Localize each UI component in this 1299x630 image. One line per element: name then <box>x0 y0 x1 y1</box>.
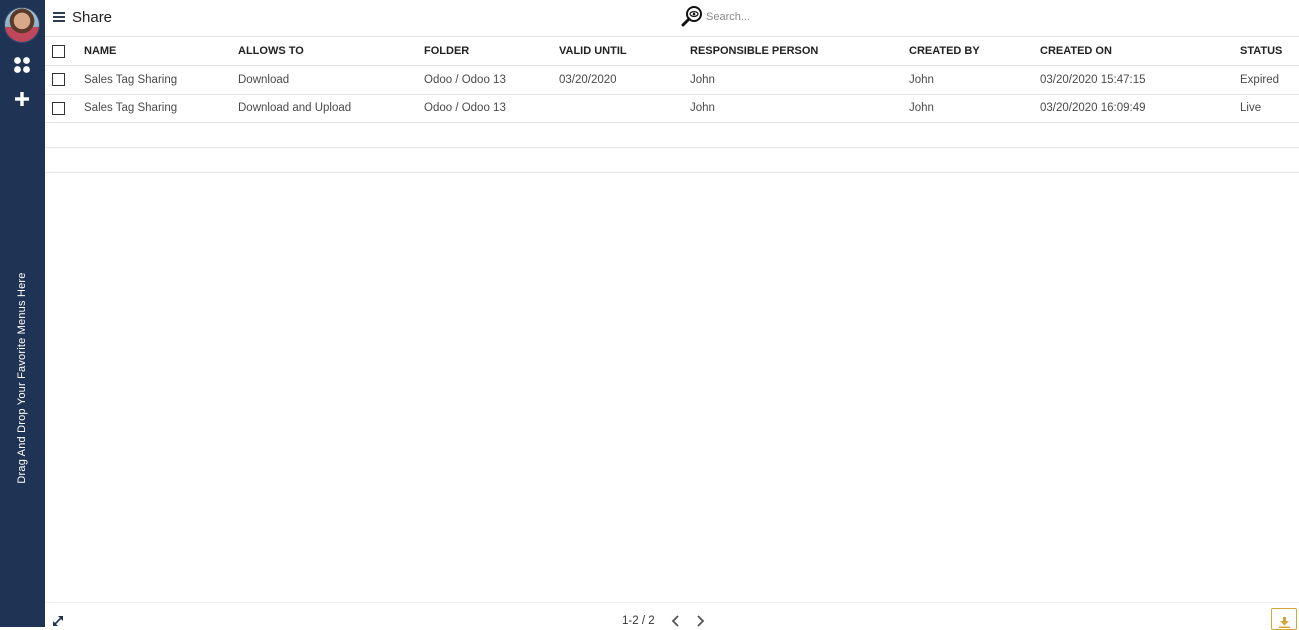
row-checkbox[interactable] <box>52 73 65 87</box>
cell-folder[interactable]: Odoo / Odoo 13 <box>424 65 559 95</box>
table-row[interactable]: Sales Tag Sharing Download and Upload Od… <box>45 94 1299 123</box>
page-title: Share <box>72 9 113 26</box>
cell-created-by[interactable]: John <box>909 94 1040 123</box>
cell-valid-until[interactable] <box>559 94 690 123</box>
cell-name[interactable]: Sales Tag Sharing <box>84 94 238 123</box>
cell-created-by[interactable]: John <box>909 65 1040 95</box>
cell-created-on[interactable]: 03/20/2020 16:09:49 <box>1040 94 1240 123</box>
chevron-right-icon[interactable] <box>695 615 705 627</box>
cell-status[interactable]: Live <box>1240 94 1299 123</box>
cell-name[interactable]: Sales Tag Sharing <box>84 65 238 95</box>
column-header-name[interactable]: NAME <box>84 36 238 66</box>
empty-row <box>45 147 1299 173</box>
favorites-drop-hint: Drag And Drop Your Favorite Menus Here <box>16 272 28 484</box>
table-row[interactable]: Sales Tag Sharing Download Odoo / Odoo 1… <box>45 65 1299 95</box>
pager-range[interactable]: 1-2 / 2 <box>622 615 655 627</box>
top-bar: Share <box>45 0 1299 36</box>
bottom-bar: 1-2 / 2 <box>45 602 1299 630</box>
share-list-table: NAME ALLOWS TO FOLDER VALID UNTIL RESPON… <box>45 36 1299 173</box>
cell-allows-to[interactable]: Download and Upload <box>238 94 424 123</box>
expand-icon[interactable] <box>52 615 64 627</box>
download-icon <box>1279 617 1290 628</box>
cell-responsible-person[interactable]: John <box>690 94 909 123</box>
cell-valid-until[interactable]: 03/20/2020 <box>559 65 690 95</box>
user-avatar[interactable] <box>4 7 40 43</box>
cell-status[interactable]: Expired <box>1240 65 1299 95</box>
column-header-created-on[interactable]: CREATED ON <box>1040 36 1240 66</box>
cell-folder[interactable]: Odoo / Odoo 13 <box>424 94 559 123</box>
empty-cell <box>45 147 1299 173</box>
column-header-folder[interactable]: FOLDER <box>424 36 559 66</box>
cell-responsible-person[interactable]: John <box>690 65 909 95</box>
column-header-responsible-person[interactable]: RESPONSIBLE PERSON <box>690 36 909 66</box>
row-select-cell <box>45 65 84 95</box>
sidebar: Drag And Drop Your Favorite Menus Here <box>0 0 45 627</box>
chevron-left-icon[interactable] <box>671 615 681 627</box>
apps-grid-icon[interactable] <box>13 56 31 74</box>
select-all-checkbox[interactable] <box>52 44 65 58</box>
hamburger-menu-icon[interactable] <box>53 11 65 23</box>
empty-row <box>45 122 1299 148</box>
search-input[interactable] <box>706 8 1006 26</box>
row-checkbox[interactable] <box>52 101 65 115</box>
search-icon[interactable] <box>681 5 703 27</box>
empty-cell <box>45 122 1299 148</box>
select-all-cell <box>45 36 84 66</box>
column-header-status[interactable]: STATUS <box>1240 36 1299 66</box>
column-header-valid-until[interactable]: VALID UNTIL <box>559 36 690 66</box>
table-header-row: NAME ALLOWS TO FOLDER VALID UNTIL RESPON… <box>45 36 1299 66</box>
column-header-created-by[interactable]: CREATED BY <box>909 36 1040 66</box>
row-select-cell <box>45 94 84 123</box>
cell-allows-to[interactable]: Download <box>238 65 424 95</box>
cell-created-on[interactable]: 03/20/2020 15:47:15 <box>1040 65 1240 95</box>
column-header-allows-to[interactable]: ALLOWS TO <box>238 36 424 66</box>
add-favorite-icon[interactable] <box>14 91 30 107</box>
